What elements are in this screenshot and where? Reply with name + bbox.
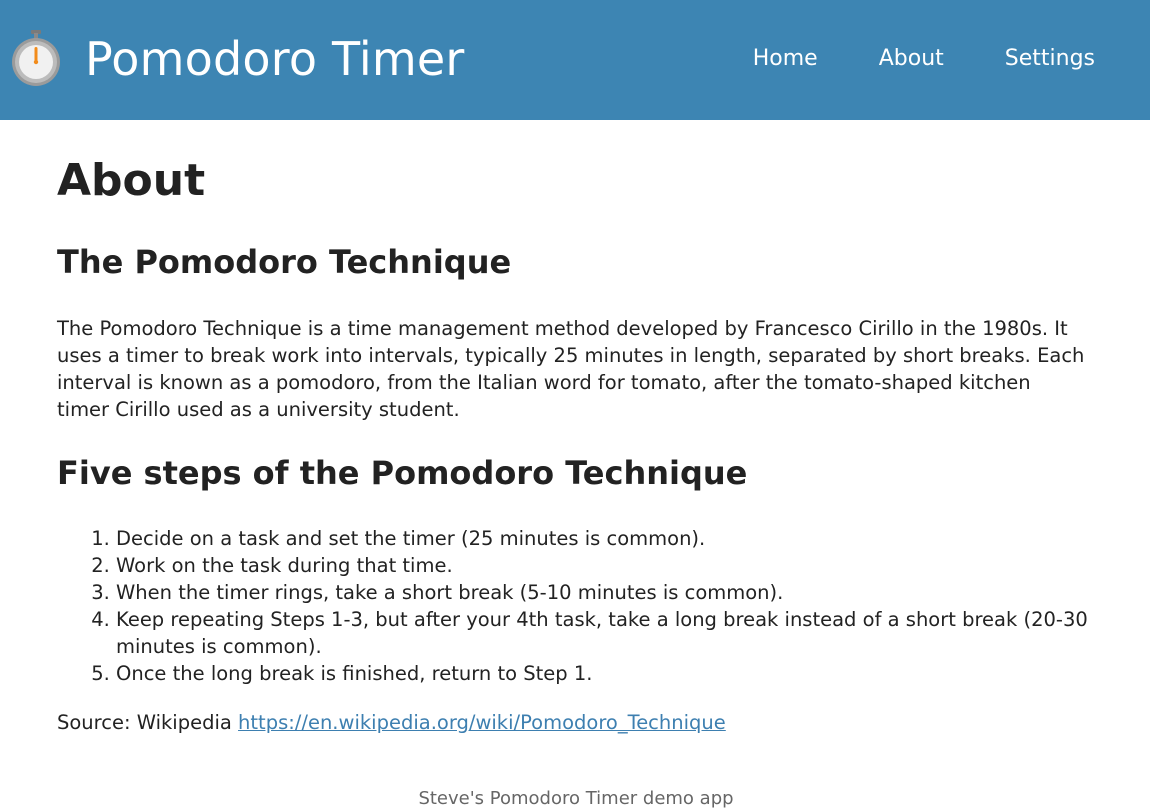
- step-item: Keep repeating Steps 1-3, but after your…: [116, 606, 1096, 660]
- step-item: Decide on a task and set the timer (25 m…: [116, 525, 1096, 552]
- footer-text: Steve's Pomodoro Timer demo app: [418, 788, 734, 809]
- app-title: Pomodoro Timer: [85, 32, 465, 86]
- main-nav: Home About Settings: [692, 44, 1095, 74]
- source-label: Source: Wikipedia: [57, 711, 232, 734]
- intro-paragraph: The Pomodoro Technique is a time managem…: [57, 317, 1085, 421]
- step-item: Work on the task during that time.: [116, 552, 1096, 579]
- source-line: Source: Wikipedia https://en.wikipedia.o…: [57, 709, 726, 736]
- top-navbar: Pomodoro Timer Home About Settings: [0, 0, 1150, 120]
- stopwatch-icon: [12, 30, 60, 86]
- nav-home-link[interactable]: Home: [753, 44, 818, 74]
- page-title: About: [57, 155, 206, 206]
- section-heading-technique: The Pomodoro Technique: [57, 243, 512, 281]
- wikipedia-link[interactable]: https://en.wikipedia.org/wiki/Pomodoro_T…: [238, 711, 726, 734]
- nav-about-link[interactable]: About: [879, 44, 944, 74]
- step-item: When the timer rings, take a short break…: [116, 579, 1096, 606]
- steps-list: Decide on a task and set the timer (25 m…: [57, 525, 1096, 687]
- section-heading-steps: Five steps of the Pomodoro Technique: [57, 454, 748, 492]
- nav-settings-link[interactable]: Settings: [1005, 44, 1095, 74]
- step-item: Once the long break is finished, return …: [116, 660, 1096, 687]
- footer: Steve's Pomodoro Timer demo app: [0, 786, 1150, 812]
